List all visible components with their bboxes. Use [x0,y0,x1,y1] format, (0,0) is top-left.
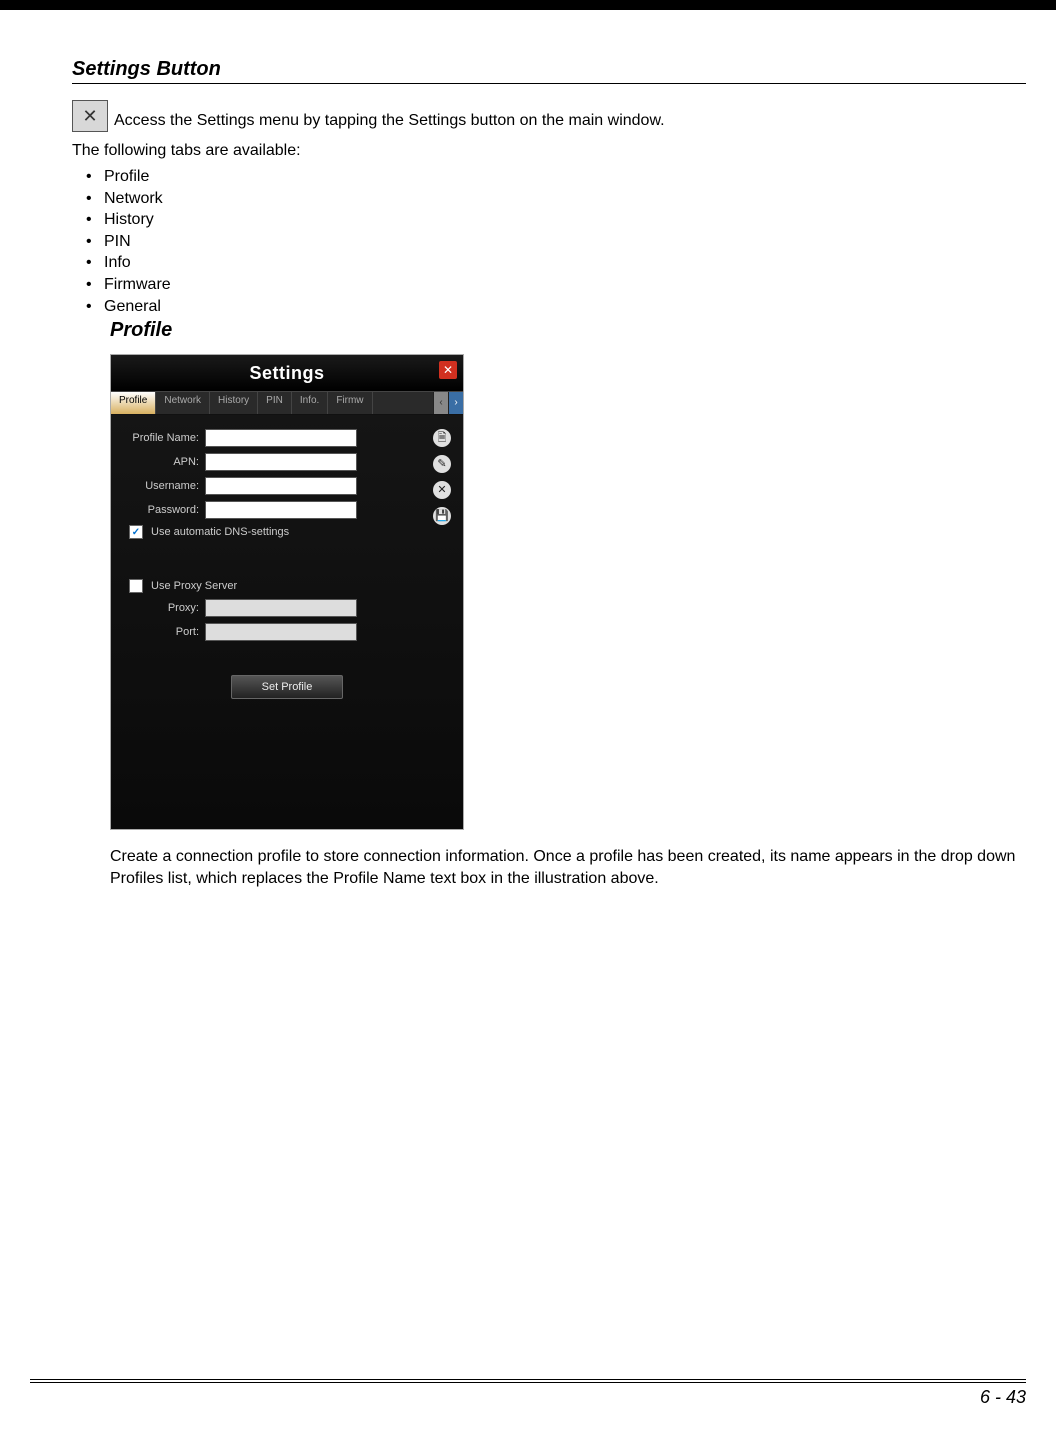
settings-window-screenshot: Settings ✕ Profile Network History PIN I… [110,354,464,830]
window-titlebar: Settings ✕ [111,355,463,391]
input-profile-name[interactable] [205,429,357,447]
tab-item: Profile [90,166,1026,188]
label-profile-name: Profile Name: [121,432,205,444]
tab-item: Info [90,252,1026,274]
label-port: Port: [121,626,205,638]
label-password: Password: [121,504,205,516]
tab-item: Firmware [90,274,1026,296]
window-body: 🗎 ✎ ✕ 💾 Profile Name: APN: Username: [111,415,463,829]
settings-icon: ✕ [72,100,108,132]
tab-history[interactable]: History [210,392,258,414]
page-footer: 6 - 43 [30,1379,1026,1408]
tab-scroll-left-icon[interactable]: ‹ [433,392,448,414]
new-profile-icon[interactable]: 🗎 [433,429,451,447]
page-top-bar [0,0,1056,10]
window-title: Settings [249,363,324,384]
input-password[interactable] [205,501,357,519]
tab-item: Network [90,188,1026,210]
page-number: 6 - 43 [30,1382,1026,1408]
checkbox-proxy[interactable] [129,579,143,593]
label-username: Username: [121,480,205,492]
checkbox-dns[interactable] [129,525,143,539]
tab-network[interactable]: Network [156,392,210,414]
close-icon[interactable]: ✕ [439,361,457,379]
subheading-profile: Profile [110,319,1026,342]
input-apn[interactable] [205,453,357,471]
tab-item: History [90,209,1026,231]
input-port[interactable] [205,623,357,641]
edit-profile-icon[interactable]: ✎ [433,455,451,473]
tab-profile[interactable]: Profile [111,392,156,414]
tab-item: PIN [90,231,1026,253]
label-apn: APN: [121,456,205,468]
tabs-list: Profile Network History PIN Info Firmwar… [72,166,1026,317]
tab-scroll-right-icon[interactable]: › [448,392,463,414]
tab-item: General [90,296,1026,318]
save-profile-icon[interactable]: 💾 [433,507,451,525]
label-proxy-checkbox: Use Proxy Server [151,580,237,592]
tab-pin[interactable]: PIN [258,392,292,414]
input-proxy[interactable] [205,599,357,617]
label-proxy: Proxy: [121,602,205,614]
tabs-intro-text: The following tabs are available: [72,142,1026,160]
heading-settings-button: Settings Button [72,58,1026,84]
set-profile-button[interactable]: Set Profile [231,675,343,699]
tab-info[interactable]: Info. [292,392,328,414]
label-dns-checkbox: Use automatic DNS-settings [151,526,289,538]
intro-text: Access the Settings menu by tapping the … [114,111,665,132]
tab-firmware[interactable]: Firmw [328,392,372,414]
profile-caption: Create a connection profile to store con… [110,846,1026,889]
delete-profile-icon[interactable]: ✕ [433,481,451,499]
window-tab-row: Profile Network History PIN Info. Firmw … [111,391,463,415]
input-username[interactable] [205,477,357,495]
